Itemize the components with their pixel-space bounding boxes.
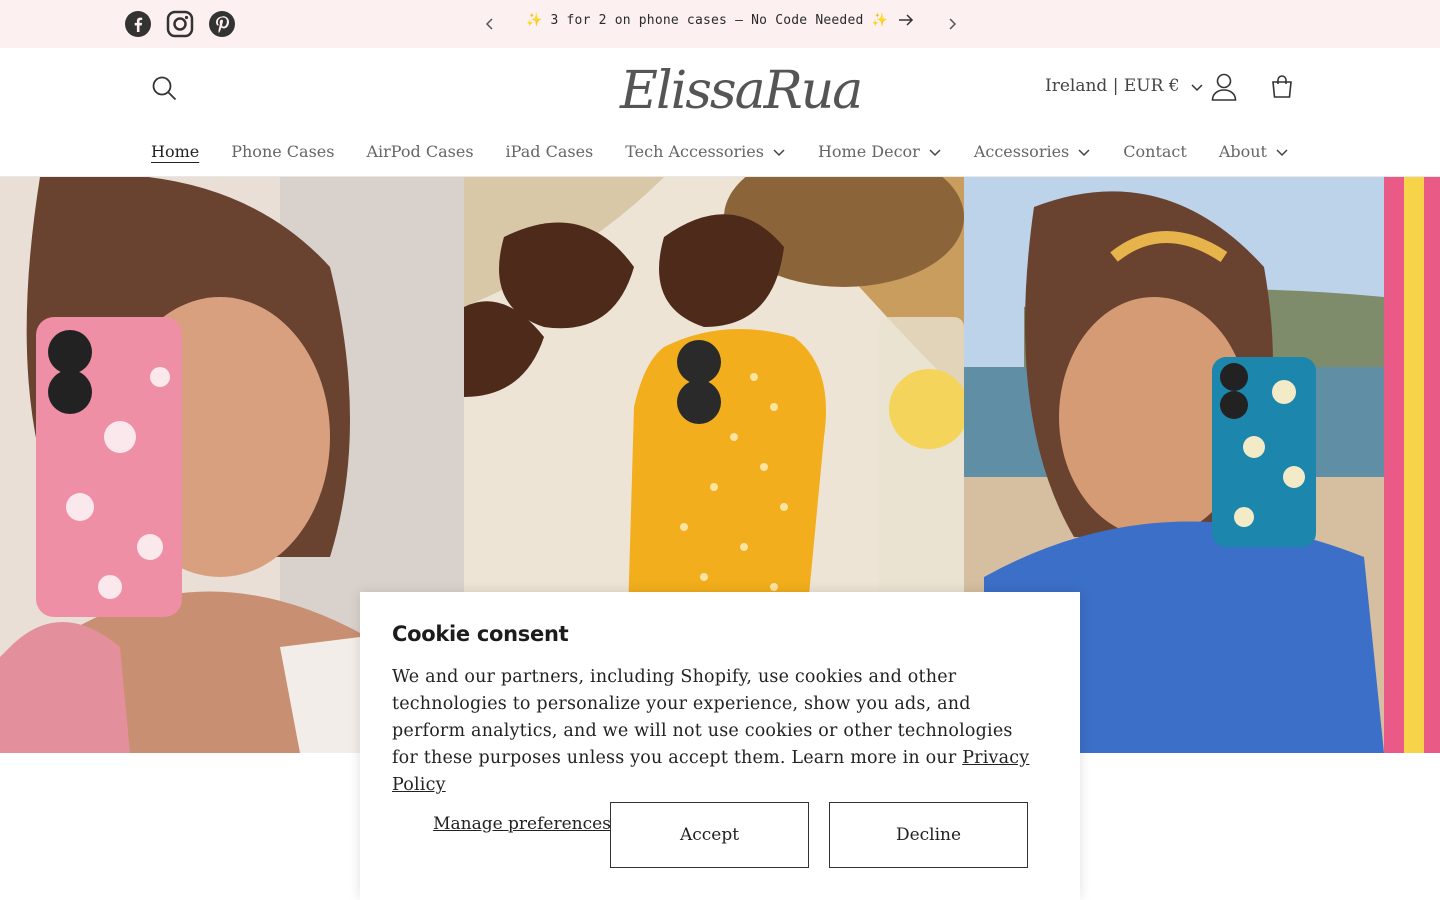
chevron-down-icon xyxy=(1275,144,1289,158)
nav-label: Tech Accessories xyxy=(625,141,764,161)
store-logo[interactable]: ElissaRua xyxy=(620,56,863,126)
cookie-consent-dialog: Cookie consent We and our partners, incl… xyxy=(360,592,1080,900)
site-header: ElissaRua Ireland | EUR € Home Phone Cas… xyxy=(0,48,1440,177)
announcement-link[interactable]: ✨ 3 for 2 on phone cases – No Code Neede… xyxy=(500,12,940,28)
nav-label: Contact xyxy=(1123,141,1187,161)
manage-preferences-link[interactable]: Manage preferences xyxy=(422,812,622,837)
announcement-text: ✨ 3 for 2 on phone cases – No Code Neede… xyxy=(526,12,888,28)
next-announcement-button[interactable] xyxy=(942,14,962,34)
decline-button[interactable]: Decline xyxy=(829,802,1028,868)
instagram-icon[interactable] xyxy=(166,10,194,38)
account-icon[interactable] xyxy=(1210,72,1238,102)
nav-item-phone-cases[interactable]: Phone Cases xyxy=(215,136,350,166)
nav-item-accessories[interactable]: Accessories xyxy=(958,136,1107,166)
search-icon[interactable] xyxy=(150,74,178,102)
accept-button[interactable]: Accept xyxy=(610,802,809,868)
cookie-consent-message: We and our partners, including Shopify, … xyxy=(392,664,1042,799)
nav-label: About xyxy=(1218,141,1267,161)
nav-label: Home Decor xyxy=(817,141,920,161)
nav-label: Home xyxy=(151,141,200,161)
cookie-consent-body: We and our partners, including Shopify, … xyxy=(392,667,1013,768)
locale-label: Ireland | EUR € xyxy=(1045,76,1180,96)
pinterest-icon[interactable] xyxy=(208,10,236,38)
nav-label: Accessories xyxy=(973,141,1070,161)
cart-icon[interactable] xyxy=(1269,74,1295,100)
nav-item-ipad-cases[interactable]: iPad Cases xyxy=(490,136,610,166)
announcement-bar: ✨ 3 for 2 on phone cases – No Code Neede… xyxy=(0,0,1440,48)
cookie-actions: Manage preferences Accept Decline xyxy=(392,802,1048,868)
chevron-down-icon xyxy=(1077,144,1091,158)
nav-label: AirPod Cases xyxy=(366,141,474,161)
arrow-right-icon xyxy=(898,12,914,28)
nav-item-contact[interactable]: Contact xyxy=(1107,136,1203,166)
nav-label: iPad Cases xyxy=(505,141,594,161)
nav-label: Phone Cases xyxy=(231,141,335,161)
previous-announcement-button[interactable] xyxy=(480,14,500,34)
chevron-down-icon xyxy=(928,144,942,158)
main-navigation: Home Phone Cases AirPod Cases iPad Cases… xyxy=(0,136,1440,166)
social-links xyxy=(124,10,236,38)
nav-item-home-decor[interactable]: Home Decor xyxy=(802,136,958,166)
nav-item-home[interactable]: Home xyxy=(135,136,215,166)
facebook-icon[interactable] xyxy=(124,10,152,38)
cookie-consent-title: Cookie consent xyxy=(392,622,569,646)
nav-item-tech-accessories[interactable]: Tech Accessories xyxy=(609,136,802,166)
nav-item-about[interactable]: About xyxy=(1203,136,1305,166)
chevron-down-icon xyxy=(772,144,786,158)
chevron-down-icon xyxy=(1190,79,1204,93)
nav-item-airpod-cases[interactable]: AirPod Cases xyxy=(350,136,489,166)
country-currency-selector[interactable]: Ireland | EUR € xyxy=(1045,76,1204,96)
